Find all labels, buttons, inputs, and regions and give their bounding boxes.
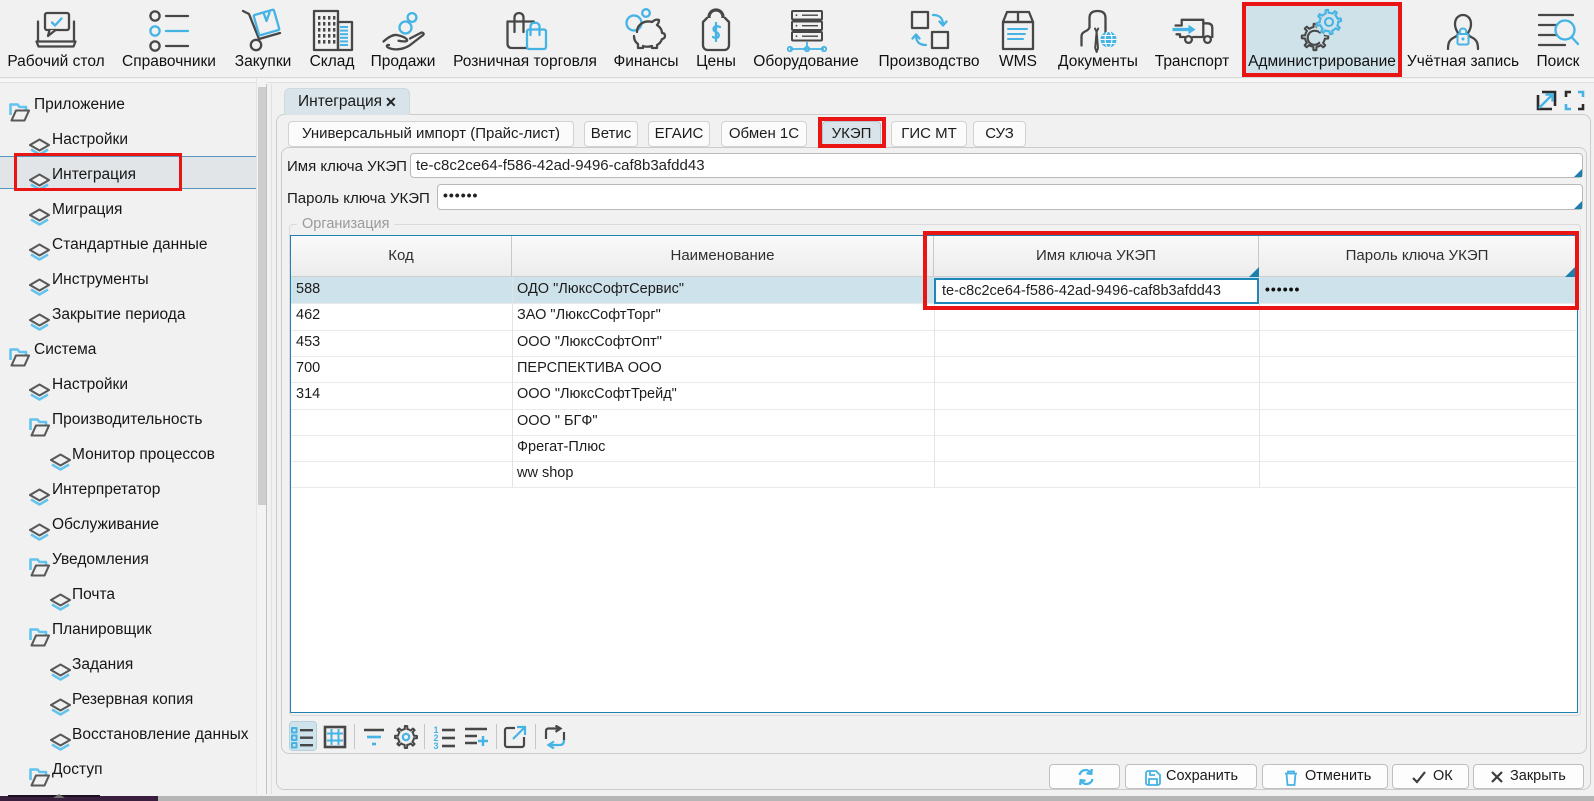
svg-text:3: 3 [434,741,439,749]
